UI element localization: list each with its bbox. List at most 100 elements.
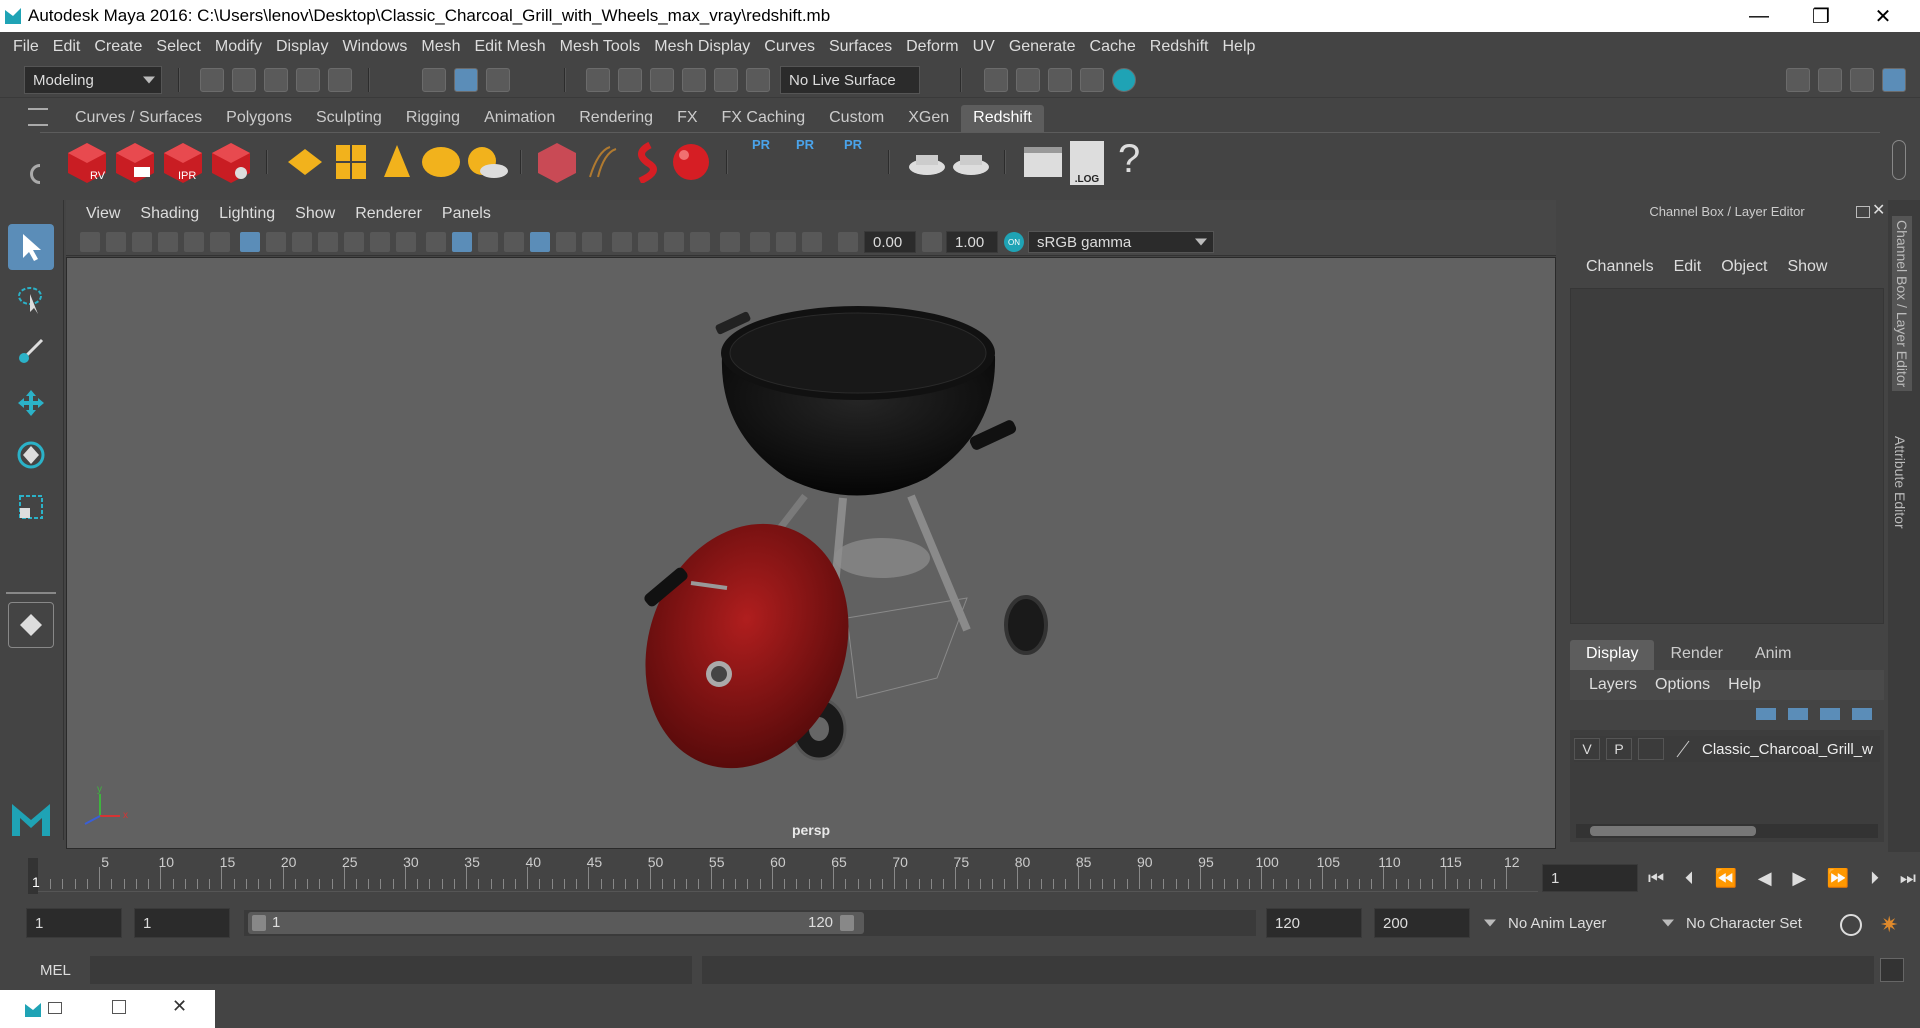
tab-redshift[interactable]: Redshift [961, 105, 1044, 132]
menu-file[interactable]: File [6, 38, 46, 56]
command-language-label[interactable]: MEL [40, 962, 71, 979]
tab-anim[interactable]: Anim [1739, 640, 1807, 670]
bake-icon[interactable] [906, 141, 948, 183]
close-icon[interactable]: ✕ [172, 996, 187, 1017]
exposure-field[interactable]: 0.00 [864, 231, 916, 253]
pr-import-icon[interactable]: PR [788, 137, 822, 179]
step-back-frame-icon[interactable]: ⏪ [1715, 868, 1737, 889]
menu-help[interactable]: Help [1215, 38, 1262, 56]
tab-animation[interactable]: Animation [472, 105, 567, 132]
rotate-tool-icon[interactable] [8, 432, 54, 478]
use-all-lights-icon[interactable] [556, 232, 576, 252]
current-frame-field[interactable]: 1 [1542, 864, 1638, 892]
anim-layer-dropdown[interactable]: No Anim Layer [1482, 908, 1656, 938]
layer-scrollbar[interactable] [1576, 824, 1878, 838]
animation-start-field[interactable]: 1 [26, 908, 122, 938]
safe-action-icon[interactable] [370, 232, 390, 252]
physical-sun-icon[interactable] [420, 141, 462, 183]
tab-xgen[interactable]: XGen [896, 105, 961, 132]
command-input[interactable] [90, 956, 692, 984]
grid-toggle-icon[interactable] [240, 232, 260, 252]
vp-menu-shading[interactable]: Shading [130, 205, 209, 223]
tab-render[interactable]: Render [1654, 640, 1738, 670]
four-view-layout-icon[interactable] [8, 658, 54, 694]
snap-curve-icon[interactable] [618, 68, 642, 92]
exposure-icon[interactable] [838, 232, 858, 252]
float-panel-icon[interactable] [1856, 206, 1870, 218]
menu-curves[interactable]: Curves [757, 38, 822, 56]
layer-display-type[interactable] [1638, 738, 1664, 760]
render-ipr-icon[interactable]: IPR [162, 141, 204, 183]
live-surface-field[interactable]: No Live Surface [780, 66, 920, 94]
workspace-icon[interactable] [1786, 68, 1810, 92]
menu-mesh-tools[interactable]: Mesh Tools [553, 38, 648, 56]
bookmark-icon[interactable] [132, 232, 152, 252]
time-ruler[interactable]: 5 10 15 20 25 30 35 40 45 50 55 60 65 70 75 80 85 90 95 100… [38, 852, 1538, 892]
vp-menu-renderer[interactable]: Renderer [345, 205, 432, 223]
go-to-start-icon[interactable]: ⏮ [1648, 868, 1664, 889]
spot-light-icon[interactable] [376, 141, 418, 183]
animation-preferences-icon[interactable]: ✷ [1880, 912, 1898, 938]
select-hierarchy-icon[interactable] [422, 68, 446, 92]
minimize-button[interactable]: — [1728, 0, 1790, 32]
screen-space-ao-icon[interactable] [612, 232, 632, 252]
new-layer-selected-icon[interactable] [1852, 708, 1872, 720]
select-tool-icon[interactable] [8, 224, 54, 270]
render-frame-icon[interactable] [1016, 68, 1040, 92]
channel-list[interactable] [1570, 288, 1884, 624]
character-set-dropdown[interactable]: No Character Set [1660, 908, 1842, 938]
single-view-layout-icon[interactable] [8, 602, 54, 648]
play-backward-icon[interactable]: ◀ [1758, 868, 1772, 889]
tab-display[interactable]: Display [1570, 640, 1655, 670]
safe-title-icon[interactable] [396, 232, 416, 252]
render-settings-icon[interactable] [1080, 68, 1104, 92]
viewport-3d[interactable]: y x persp [66, 257, 1556, 849]
tab-polygons[interactable]: Polygons [214, 105, 304, 132]
smooth-shade-icon[interactable] [452, 232, 472, 252]
grease-pencil-icon[interactable] [210, 232, 230, 252]
layer-row[interactable]: V P Classic_Charcoal_Grill_w [1574, 736, 1880, 762]
dome-light-icon[interactable] [330, 141, 372, 183]
move-layer-down-icon[interactable] [1788, 708, 1808, 720]
layer-menu-layers[interactable]: Layers [1580, 676, 1646, 694]
select-object-icon[interactable] [454, 68, 478, 92]
anti-aliasing-icon[interactable] [664, 232, 684, 252]
menu-select[interactable]: Select [149, 38, 207, 56]
redo-icon[interactable] [328, 68, 352, 92]
menu-edit-mesh[interactable]: Edit Mesh [467, 38, 552, 56]
isolate-select-icon[interactable] [720, 232, 740, 252]
range-end-grip[interactable] [840, 915, 854, 931]
menu-surfaces[interactable]: Surfaces [822, 38, 899, 56]
render-settings-icon[interactable] [210, 141, 252, 183]
side-by-side-layout-icon[interactable] [8, 708, 54, 744]
default-material-icon[interactable] [478, 232, 498, 252]
step-back-key-icon[interactable]: ⏴ [1685, 868, 1694, 889]
pr-sync-icon[interactable]: PR [834, 137, 872, 179]
menu-edit[interactable]: Edit [46, 38, 88, 56]
playback-end-field[interactable]: 120 [1266, 908, 1362, 938]
animation-end-field[interactable]: 200 [1374, 908, 1470, 938]
step-forward-frame-icon[interactable]: ⏩ [1827, 868, 1849, 889]
gate-mask-icon[interactable] [318, 232, 338, 252]
tab-rendering[interactable]: Rendering [567, 105, 665, 132]
tab-fx[interactable]: FX [665, 105, 709, 132]
sky-light-icon[interactable] [466, 141, 508, 183]
tab-sculpting[interactable]: Sculpting [304, 105, 394, 132]
log-icon[interactable]: .LOG [1070, 141, 1104, 185]
attribute-editor-toggle-icon[interactable] [1850, 68, 1874, 92]
maximize-button[interactable]: ❐ [1790, 0, 1852, 32]
menu-windows[interactable]: Windows [335, 38, 414, 56]
step-forward-key-icon[interactable]: ⏵ [1870, 868, 1879, 889]
channel-box-toggle-icon[interactable] [1882, 68, 1906, 92]
tab-channel-box-layer-editor[interactable]: Channel Box / Layer Editor [1892, 216, 1912, 392]
select-component-icon[interactable] [486, 68, 510, 92]
snap-surface-icon[interactable] [714, 68, 738, 92]
menu-modify[interactable]: Modify [208, 38, 269, 56]
image-plane-icon[interactable] [158, 232, 178, 252]
cb-menu-object[interactable]: Object [1711, 258, 1777, 276]
shelf-scroll-icon[interactable] [1892, 140, 1906, 180]
color-management-toggle[interactable]: ON [1004, 232, 1024, 252]
menu-create[interactable]: Create [87, 38, 149, 56]
menu-mesh-display[interactable]: Mesh Display [647, 38, 757, 56]
save-scene-icon[interactable] [264, 68, 288, 92]
